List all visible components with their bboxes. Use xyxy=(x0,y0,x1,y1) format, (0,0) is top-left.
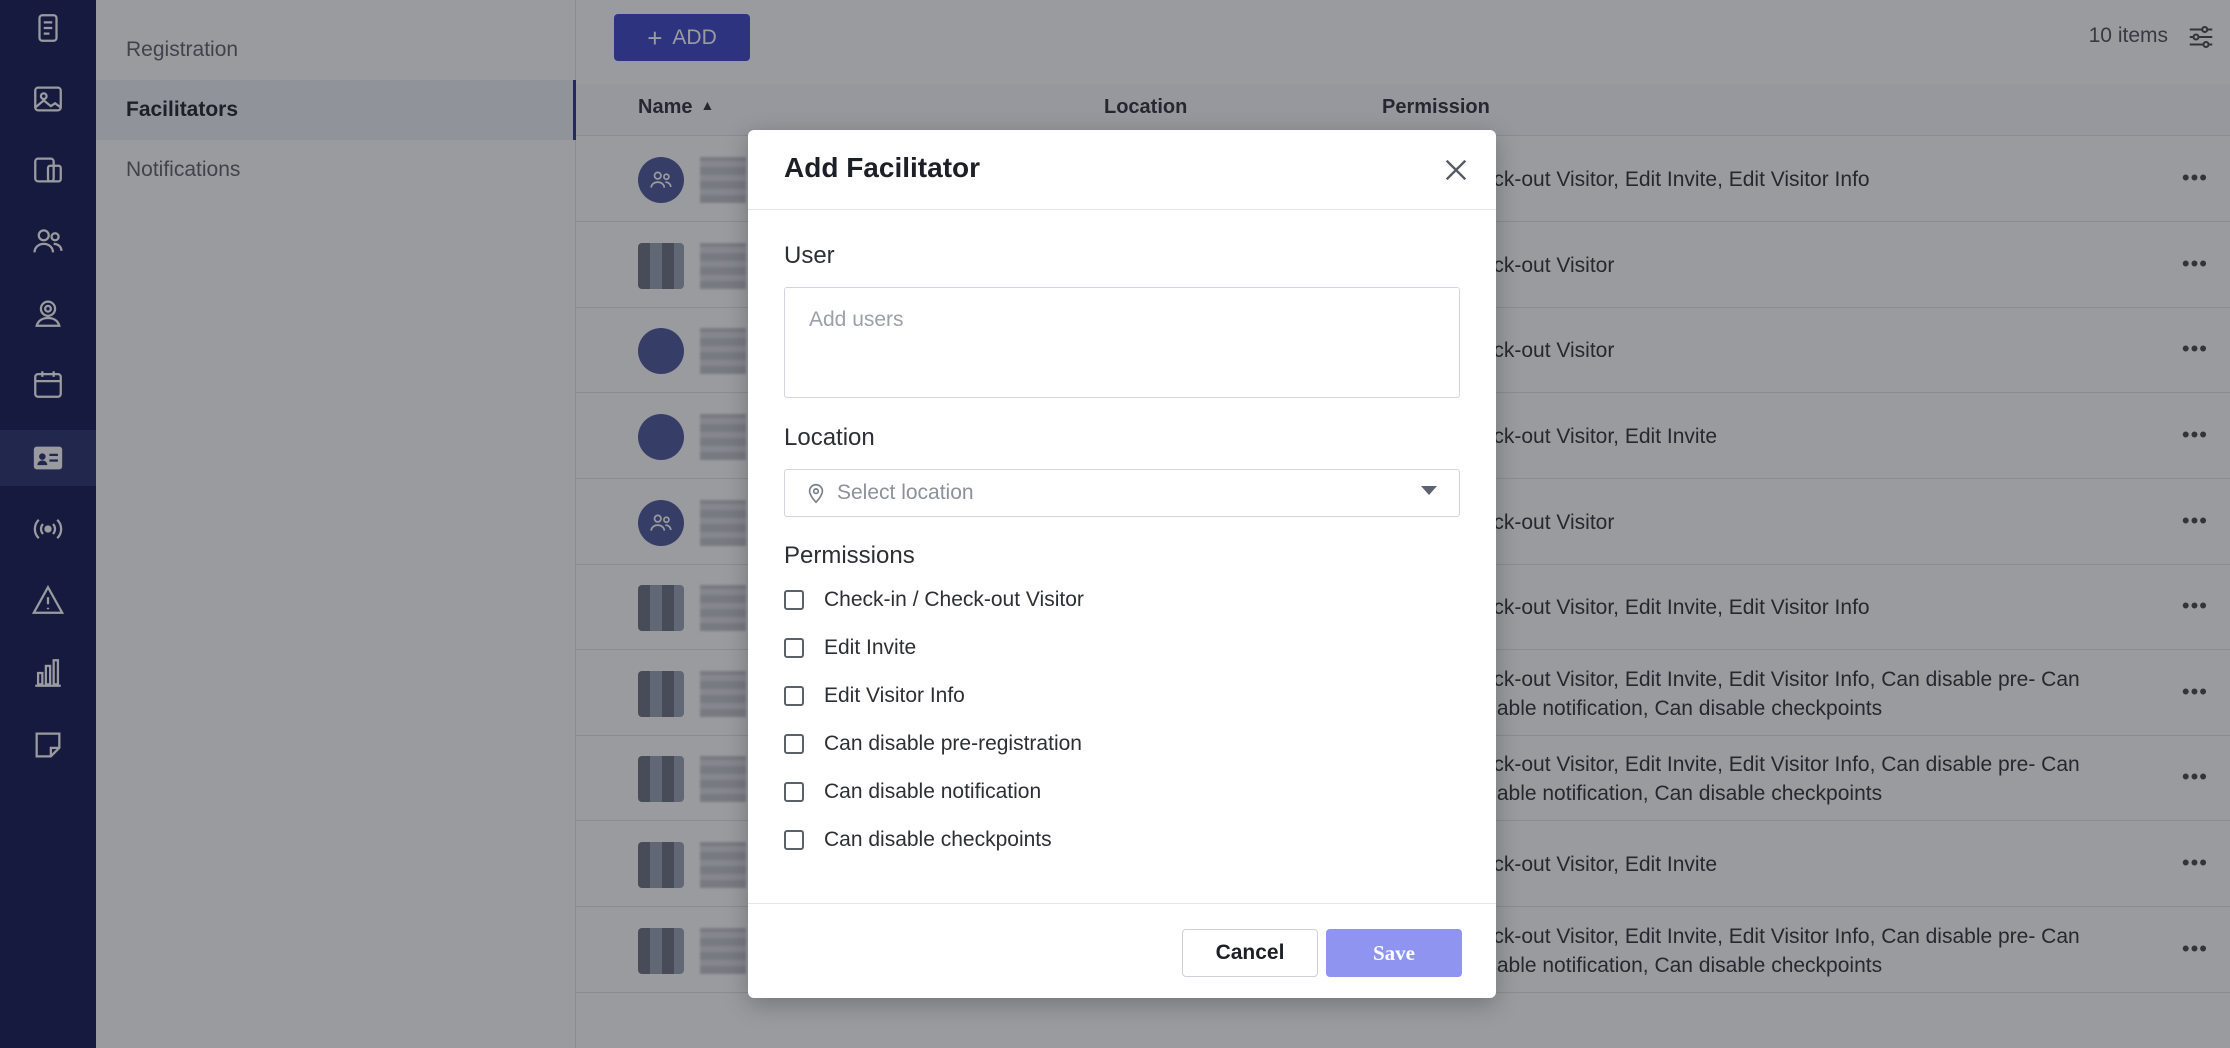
location-select-placeholder: Select location xyxy=(837,481,974,504)
user-label: User xyxy=(784,242,835,269)
permission-option[interactable]: Can disable pre-registration xyxy=(784,729,1082,759)
permission-checkbox[interactable] xyxy=(784,830,804,850)
permission-label: Can disable pre-registration xyxy=(824,732,1082,755)
permissions-label: Permissions xyxy=(784,542,915,569)
permission-checkbox[interactable] xyxy=(784,782,804,802)
permission-label: Check-in / Check-out Visitor xyxy=(824,588,1084,611)
permission-option[interactable]: Edit Visitor Info xyxy=(784,681,965,711)
permission-label: Can disable checkpoints xyxy=(824,828,1052,851)
permission-option[interactable]: Can disable checkpoints xyxy=(784,825,1052,855)
dialog-header: Add Facilitator xyxy=(748,130,1496,210)
location-pin-icon xyxy=(808,483,824,504)
permission-checkbox[interactable] xyxy=(784,686,804,706)
permission-label: Edit Invite xyxy=(824,636,917,659)
chevron-down-icon xyxy=(1421,486,1437,495)
cancel-button[interactable]: Cancel xyxy=(1182,929,1318,977)
dialog-footer: Cancel Save xyxy=(748,903,1496,998)
user-input[interactable]: Add users xyxy=(784,287,1460,398)
permission-option[interactable]: Check-in / Check-out Visitor xyxy=(784,585,1084,615)
add-facilitator-dialog: Add Facilitator User Add users Location … xyxy=(748,130,1496,998)
dialog-title: Add Facilitator xyxy=(784,152,981,183)
close-button[interactable] xyxy=(1436,150,1476,190)
permission-label: Can disable notification xyxy=(824,780,1042,803)
location-label: Location xyxy=(784,424,875,451)
permission-label: Edit Visitor Info xyxy=(824,684,965,707)
save-button[interactable]: Save xyxy=(1326,929,1462,977)
permission-checkbox[interactable] xyxy=(784,734,804,754)
close-icon xyxy=(1445,159,1467,181)
permission-checkbox[interactable] xyxy=(784,638,804,658)
user-input-placeholder: Add users xyxy=(809,308,904,331)
permission-option[interactable]: Can disable notification xyxy=(784,777,1041,807)
location-select[interactable]: Select location xyxy=(784,469,1460,517)
permission-checkbox[interactable] xyxy=(784,590,804,610)
permission-option[interactable]: Edit Invite xyxy=(784,633,916,663)
